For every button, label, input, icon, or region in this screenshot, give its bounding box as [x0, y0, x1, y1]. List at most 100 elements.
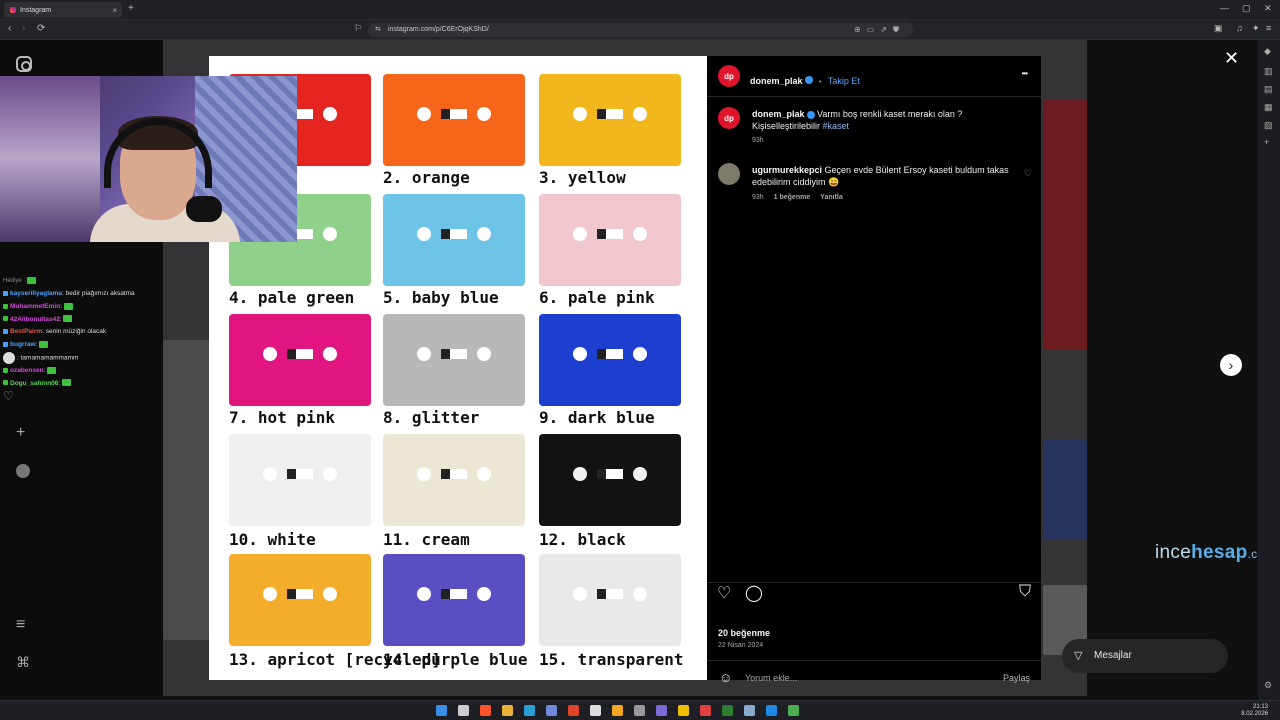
- forward-button[interactable]: ›: [22, 23, 25, 34]
- sidebar-bookmarks-icon[interactable]: ▦: [1264, 102, 1273, 113]
- emoji-icon[interactable]: ☺: [719, 670, 732, 685]
- chat-message: bugrraw:: [0, 339, 163, 352]
- cassette-label: 5. baby blue: [383, 288, 499, 307]
- create-icon[interactable]: +: [16, 424, 25, 442]
- sidebar-history-icon[interactable]: ▧: [1264, 120, 1273, 131]
- author-avatar[interactable]: dp: [718, 65, 740, 87]
- comment-author[interactable]: ugurmurekkepci: [752, 165, 822, 175]
- menu-icon[interactable]: ≡: [1266, 23, 1271, 33]
- window-close-icon[interactable]: ✕: [1264, 3, 1272, 14]
- url-field[interactable]: ⇆ instagram.com/p/C6ErOjqKShD/ ⊕▭⇗⛊: [368, 23, 913, 37]
- sidebar-add-icon[interactable]: +: [1264, 137, 1269, 147]
- taskbar-app-icon[interactable]: [546, 705, 557, 716]
- taskbar-app-icon[interactable]: [502, 705, 513, 716]
- post-header: donem_plak • Takip Et: [750, 71, 860, 89]
- bookmark-icon[interactable]: ⚐: [354, 23, 362, 34]
- reload-button[interactable]: ⟳: [37, 23, 45, 34]
- like-icon[interactable]: ♡: [717, 583, 731, 603]
- taskbar-app-icon[interactable]: [722, 705, 733, 716]
- verified-icon: [806, 110, 815, 119]
- comment-input[interactable]: Yorum ekle...: [745, 673, 797, 683]
- sidebar-pin-icon[interactable]: ◆: [1264, 46, 1271, 57]
- url-tools-icons[interactable]: ⊕▭⇗⛊: [854, 23, 905, 37]
- cassette-6: [539, 194, 681, 286]
- instagram-logo-icon[interactable]: [16, 56, 32, 72]
- taskbar-app-icon[interactable]: [458, 705, 469, 716]
- browser-sidebar: ◆ ▥ ▤ ▦ ▧ + ⚙: [1258, 40, 1280, 700]
- cassette-8: [383, 314, 525, 406]
- tab-close-icon[interactable]: ×: [112, 6, 117, 15]
- site-info-icon[interactable]: ⇆: [375, 23, 381, 37]
- hashtag-link[interactable]: #kaset: [823, 121, 850, 131]
- likes-count[interactable]: 20 beğenme: [718, 628, 770, 638]
- caption-author[interactable]: donem_plak: [752, 109, 805, 119]
- maximize-icon[interactable]: ▢: [1242, 3, 1251, 14]
- cassette-9: [539, 314, 681, 406]
- back-button[interactable]: ‹: [8, 23, 11, 34]
- instagram-favicon-icon: [10, 7, 16, 13]
- minimize-icon[interactable]: —: [1220, 3, 1229, 13]
- taskbar-app-icon[interactable]: [678, 705, 689, 716]
- comment-likes[interactable]: 1 beğenme: [774, 194, 811, 201]
- taskbar-app-icon[interactable]: [436, 705, 447, 716]
- taskbar-app-icon[interactable]: [524, 705, 535, 716]
- cassette-11: [383, 434, 525, 526]
- commenter-avatar[interactable]: [718, 163, 740, 185]
- threads-icon[interactable]: ⌘: [16, 654, 30, 671]
- taskbar-app-icon[interactable]: [590, 705, 601, 716]
- comment-like-icon[interactable]: ♡: [1024, 168, 1032, 179]
- taskbar-app-icon[interactable]: [788, 705, 799, 716]
- cassette-5: [383, 194, 525, 286]
- sidebar-wallet-icon[interactable]: ▤: [1264, 84, 1273, 95]
- messages-button[interactable]: ▽ Mesajlar: [1062, 639, 1228, 673]
- chat-message: BestPairm: senin müziğin olacak: [0, 326, 163, 339]
- taskbar-app-icon[interactable]: [612, 705, 623, 716]
- taskbar-app-icon[interactable]: [480, 705, 491, 716]
- taskbar-app-icon[interactable]: [700, 705, 711, 716]
- divider: [707, 96, 1041, 97]
- sidebar-settings-icon[interactable]: ⚙: [1264, 680, 1272, 691]
- browser-tab-instagram[interactable]: Instagram ×: [4, 2, 122, 18]
- sidebar-toggle-icon[interactable]: ▣: [1214, 23, 1223, 34]
- save-icon[interactable]: ⛉: [1019, 583, 1031, 601]
- webcam-background: [0, 76, 100, 242]
- cassette-label: 11. cream: [383, 530, 470, 549]
- cassette-label: 8. glitter: [383, 408, 480, 427]
- cassette-label: 6. pale pink: [539, 288, 655, 307]
- chat-message: : tamamamammamm: [0, 351, 163, 365]
- more-options-icon[interactable]: •••: [1022, 69, 1028, 78]
- taskbar-app-icon[interactable]: [634, 705, 645, 716]
- post-details-panel: dp donem_plak • Takip Et ••• dp donem_pl…: [707, 56, 1041, 685]
- watermark: incehesap.com: [1155, 542, 1274, 563]
- heart-icon[interactable]: ♡: [0, 390, 163, 403]
- caption-time: 93h: [752, 137, 764, 144]
- taskbar-app-icon[interactable]: [766, 705, 777, 716]
- follow-button[interactable]: Takip Et: [828, 76, 860, 86]
- sidebar-extension-icon[interactable]: ▥: [1264, 66, 1273, 77]
- cassette-label: 3. yellow: [539, 168, 626, 187]
- microphone: [186, 196, 222, 222]
- comment-icon[interactable]: ◯: [745, 583, 763, 603]
- cassette-13: [229, 554, 371, 646]
- caption-author-avatar[interactable]: dp: [718, 107, 740, 129]
- taskbar-app-icon[interactable]: [656, 705, 667, 716]
- new-tab-button[interactable]: +: [128, 3, 134, 14]
- reply-button[interactable]: Yanıtla: [820, 194, 843, 201]
- bg-tile: [1043, 440, 1087, 540]
- music-icon[interactable]: ♫: [1236, 23, 1243, 33]
- author-username[interactable]: donem_plak: [750, 76, 803, 86]
- taskbar-app-icon[interactable]: [568, 705, 579, 716]
- close-modal-icon[interactable]: ✕: [1224, 48, 1239, 69]
- taskbar-app-icon[interactable]: [744, 705, 755, 716]
- separator-dot: •: [818, 79, 822, 86]
- next-post-button[interactable]: ›: [1220, 354, 1242, 376]
- cassette-label: 12. black: [539, 530, 626, 549]
- cassette-label: 9. dark blue: [539, 408, 655, 427]
- chat-message: MuhammetEmin:: [0, 301, 163, 314]
- share-button[interactable]: Paylaş: [1003, 673, 1030, 683]
- extensions-icon[interactable]: ✦: [1252, 23, 1260, 34]
- address-bar-row: ‹ › ⟳ ⚐ ⇆ instagram.com/p/C6ErOjqKShD/ ⊕…: [0, 20, 1280, 40]
- cassette-label: 2. orange: [383, 168, 470, 187]
- profile-avatar-icon[interactable]: [16, 464, 30, 478]
- more-menu-icon[interactable]: ≡: [16, 616, 25, 634]
